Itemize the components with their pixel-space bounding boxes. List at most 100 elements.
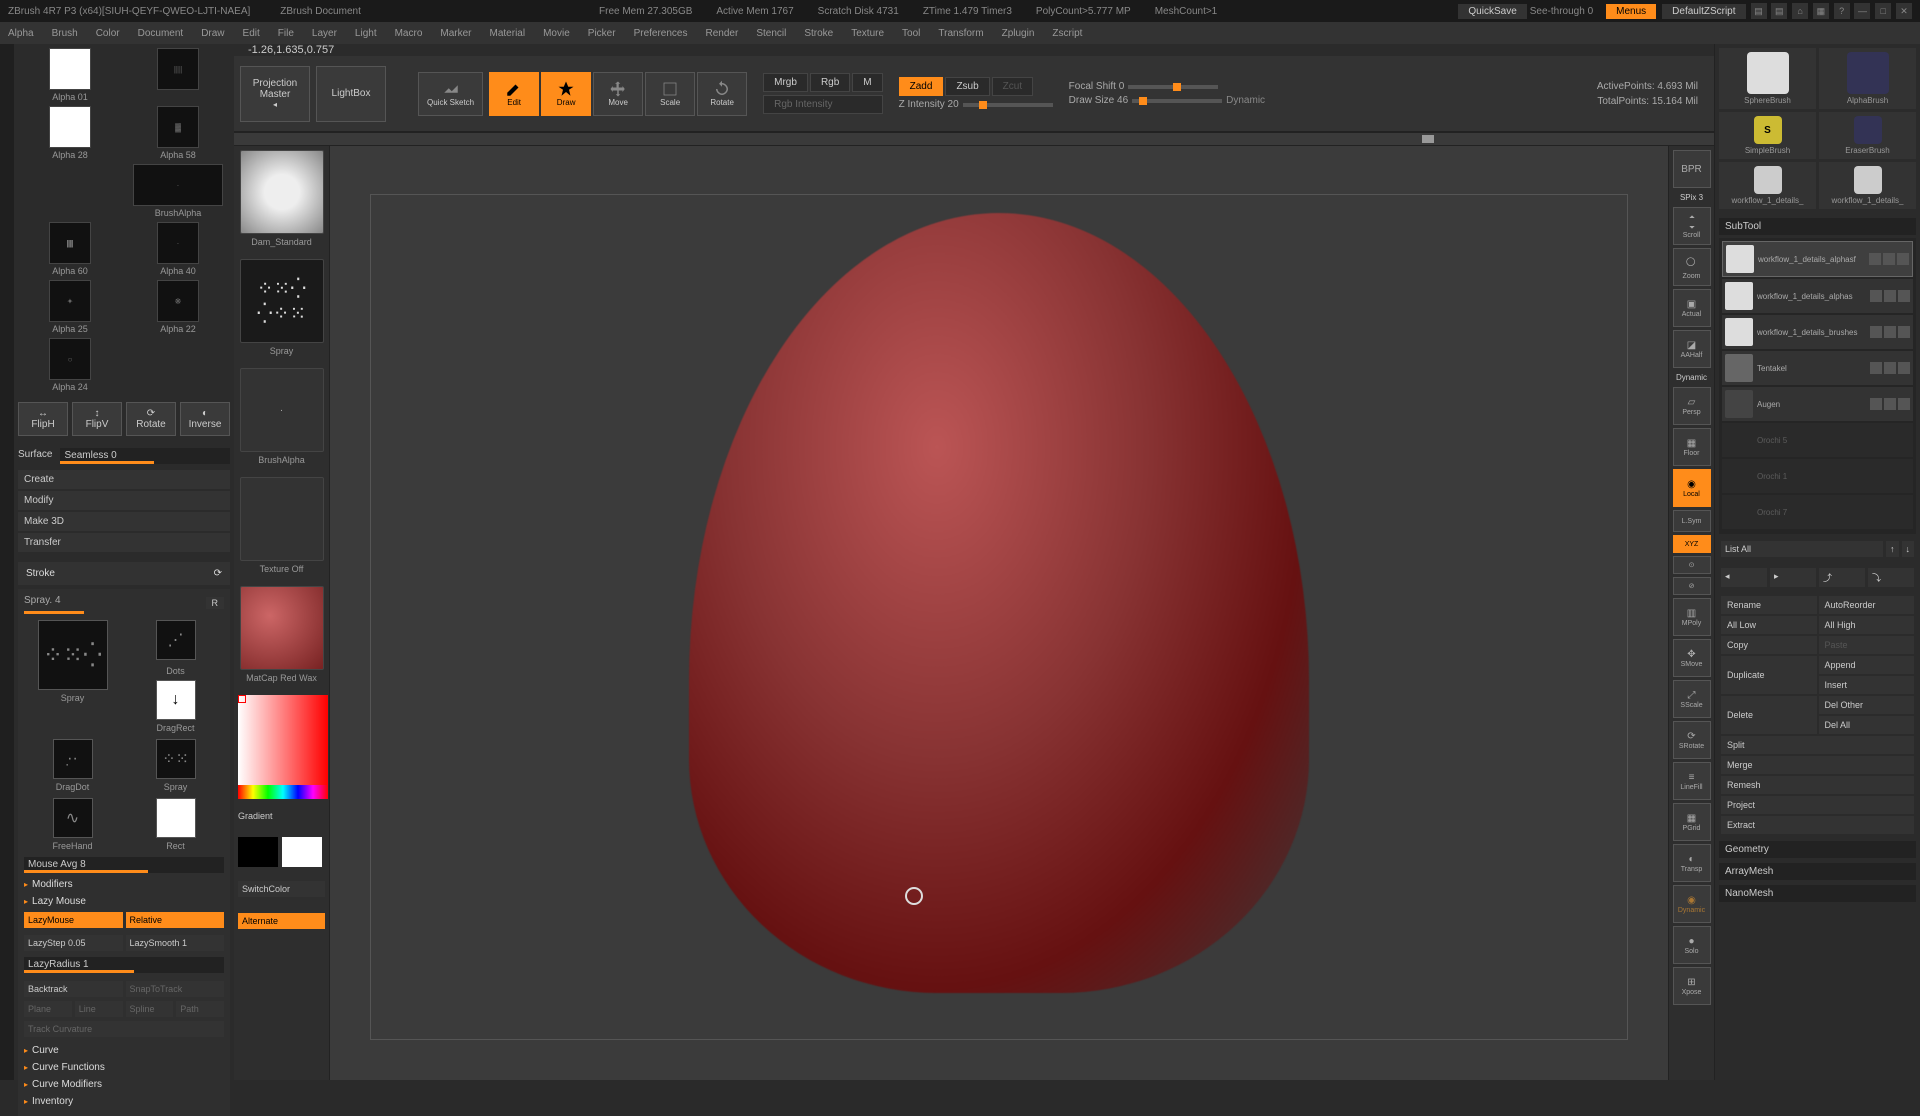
- menu-light[interactable]: Light: [355, 28, 377, 39]
- alllow-button[interactable]: All Low: [1721, 616, 1817, 634]
- minimize-icon[interactable]: —: [1854, 3, 1870, 19]
- transp-button[interactable]: ◐Transp: [1673, 844, 1711, 882]
- scale-button[interactable]: Scale: [645, 72, 695, 116]
- poly-icon[interactable]: [1897, 253, 1909, 265]
- material-thumb[interactable]: [240, 586, 324, 670]
- alpha-thumb[interactable]: [49, 48, 91, 90]
- split-button[interactable]: Split: [1721, 736, 1914, 754]
- down-icon[interactable]: ↓: [1902, 541, 1915, 557]
- arrow-right-icon[interactable]: ▸: [1770, 568, 1816, 587]
- xpose-button[interactable]: ⊞Xpose: [1673, 967, 1711, 1005]
- line-button[interactable]: Line: [75, 1001, 123, 1017]
- stroke-thumb[interactable]: ⁘⁙⁛⁛⁘⁙: [240, 259, 324, 343]
- dragdot-thumb[interactable]: ·̣·: [53, 739, 93, 779]
- inverse-button[interactable]: ◐Inverse: [180, 402, 230, 436]
- subtool-row[interactable]: workflow_1_details_alphasf: [1722, 241, 1913, 277]
- lazystep-slider[interactable]: LazyStep 0.05: [24, 935, 123, 951]
- menu-stencil[interactable]: Stencil: [756, 28, 786, 39]
- default-script[interactable]: DefaultZScript: [1662, 4, 1745, 19]
- menu-picker[interactable]: Picker: [588, 28, 616, 39]
- merge-button[interactable]: Merge: [1721, 756, 1914, 774]
- menu-marker[interactable]: Marker: [440, 28, 471, 39]
- color-swatch-b[interactable]: [282, 837, 322, 867]
- draw-button[interactable]: Draw: [541, 72, 591, 116]
- menu-preferences[interactable]: Preferences: [634, 28, 688, 39]
- listall-button[interactable]: List All: [1721, 541, 1883, 557]
- spix-slider[interactable]: SPix 3: [1680, 191, 1703, 204]
- menu-document[interactable]: Document: [138, 28, 184, 39]
- menu-macro[interactable]: Macro: [395, 28, 423, 39]
- stroke-spray-thumb[interactable]: ⁘⁙⁛: [38, 620, 108, 690]
- focalshift-slider[interactable]: Focal Shift 0: [1069, 81, 1265, 92]
- maximize-icon[interactable]: □: [1875, 3, 1891, 19]
- tool-thumb[interactable]: [1754, 166, 1782, 194]
- aahalf-button[interactable]: ◪AAHalf: [1673, 330, 1711, 368]
- drawsize-slider[interactable]: Draw Size 46Dynamic: [1069, 95, 1265, 106]
- timeline-strip[interactable]: [234, 132, 1714, 146]
- moveup-icon[interactable]: ⤴: [1819, 568, 1865, 587]
- curvemod-header[interactable]: Curve Modifiers: [24, 1079, 224, 1090]
- color-picker[interactable]: [238, 695, 325, 799]
- scroll-button[interactable]: Scroll: [1673, 207, 1711, 245]
- spray2-thumb[interactable]: ⁘⁙: [156, 739, 196, 779]
- rgb-button[interactable]: Rgb: [810, 73, 850, 92]
- menu-tool[interactable]: Tool: [902, 28, 920, 39]
- bpr-button[interactable]: BPR: [1673, 150, 1711, 188]
- smove-button[interactable]: ✥SMove: [1673, 639, 1711, 677]
- local-button[interactable]: ◉Local: [1673, 469, 1711, 507]
- menu-render[interactable]: Render: [706, 28, 739, 39]
- notes-icon[interactable]: ▤: [1751, 3, 1767, 19]
- menu-stroke[interactable]: Stroke: [804, 28, 833, 39]
- geometry-header[interactable]: Geometry: [1719, 841, 1916, 858]
- lightbox-button[interactable]: LightBox: [316, 66, 386, 122]
- persp-button[interactable]: ▱Persp: [1673, 387, 1711, 425]
- zcut-button[interactable]: Zcut: [992, 77, 1033, 96]
- paint-icon[interactable]: [1883, 253, 1895, 265]
- close-icon[interactable]: ✕: [1896, 3, 1912, 19]
- alternate-button[interactable]: Alternate: [238, 913, 325, 929]
- subtool-header[interactable]: SubTool: [1719, 218, 1916, 235]
- tool-thumb[interactable]: [1854, 166, 1882, 194]
- delother-button[interactable]: Del Other: [1819, 696, 1915, 714]
- append-button[interactable]: Append: [1819, 656, 1915, 674]
- tool-thumb[interactable]: [1854, 116, 1882, 144]
- floor-button[interactable]: ▦Floor: [1673, 428, 1711, 466]
- switchcolor-button[interactable]: SwitchColor: [238, 881, 325, 897]
- inventory-header[interactable]: Inventory: [24, 1096, 224, 1107]
- menu-color[interactable]: Color: [96, 28, 120, 39]
- freehand-thumb[interactable]: ∿: [53, 798, 93, 838]
- alpha-thumb[interactable]: ✦: [49, 280, 91, 322]
- stroke-header[interactable]: Stroke ⟳: [18, 562, 230, 585]
- seethrough-slider[interactable]: See-through 0: [1530, 6, 1593, 17]
- mouseavg-slider[interactable]: Mouse Avg 8: [24, 857, 224, 873]
- eye-icon[interactable]: [1869, 253, 1881, 265]
- projection-master-button[interactable]: Projection Master◂: [240, 66, 310, 122]
- zsub-button[interactable]: Zsub: [945, 77, 989, 96]
- alpha-thumb[interactable]: ❋: [157, 280, 199, 322]
- curve-header[interactable]: Curve: [24, 1045, 224, 1056]
- menu-edit[interactable]: Edit: [243, 28, 260, 39]
- arrow-left-icon[interactable]: ◂: [1721, 568, 1767, 587]
- delall-button[interactable]: Del All: [1819, 716, 1915, 734]
- alpha-thumb[interactable]: ·: [133, 164, 223, 206]
- create-button[interactable]: Create: [18, 470, 230, 489]
- menu-movie[interactable]: Movie: [543, 28, 570, 39]
- remesh-button[interactable]: Remesh: [1721, 776, 1914, 794]
- modifiers-header[interactable]: Modifiers: [24, 879, 224, 890]
- lsym-button[interactable]: L.Sym: [1673, 510, 1711, 532]
- tool-thumb[interactable]: [1747, 52, 1789, 94]
- modify-button[interactable]: Modify: [18, 491, 230, 510]
- alpha-thumb[interactable]: |||: [49, 222, 91, 264]
- mrgb-button[interactable]: Mrgb: [763, 73, 808, 92]
- project-button[interactable]: Project: [1721, 796, 1914, 814]
- autoreorder-button[interactable]: AutoReorder: [1819, 596, 1915, 614]
- rotate-mode-button[interactable]: Rotate: [697, 72, 747, 116]
- lazymouse-toggle[interactable]: LazyMouse: [24, 912, 123, 928]
- actual-button[interactable]: ▣Actual: [1673, 289, 1711, 327]
- color-swatch-a[interactable]: [238, 837, 278, 867]
- copy-button[interactable]: Copy: [1721, 636, 1817, 654]
- up-icon[interactable]: ↑: [1886, 541, 1899, 557]
- menu-alpha[interactable]: Alpha: [8, 28, 34, 39]
- refresh-icon[interactable]: ⟳: [214, 568, 222, 579]
- subtool-row[interactable]: Orochi 5: [1722, 423, 1913, 457]
